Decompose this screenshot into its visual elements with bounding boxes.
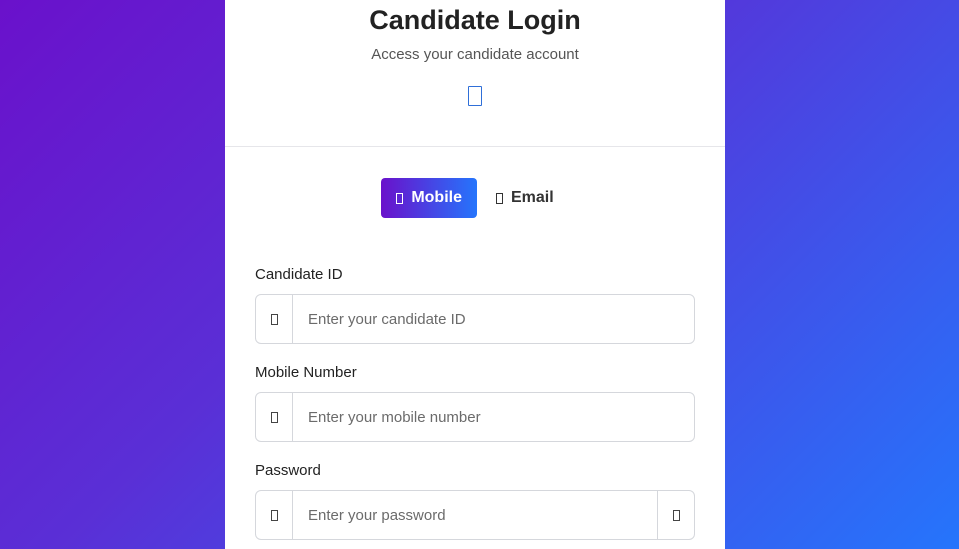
envelope-icon — [495, 192, 503, 204]
password-input[interactable] — [293, 491, 657, 539]
mobile-tab-label: Mobile — [411, 189, 462, 206]
password-group — [255, 490, 695, 540]
candidate-id-label: Candidate ID — [255, 266, 343, 283]
mobile-number-label: Mobile Number — [255, 364, 357, 381]
mobile-number-group — [255, 392, 695, 442]
login-card: Candidate Login Access your candidate ac… — [225, 0, 725, 549]
email-login-tab[interactable]: Email — [481, 178, 569, 218]
eye-icon — [672, 509, 680, 521]
card-header: Candidate Login Access your candidate ac… — [225, 0, 725, 147]
mobile-number-addon — [256, 393, 293, 441]
email-tab-label: Email — [510, 189, 554, 206]
mobile-icon — [396, 192, 404, 204]
login-method-toggle: Mobile Email — [225, 178, 725, 218]
password-addon — [256, 491, 293, 539]
mobile-phone-icon — [468, 86, 482, 106]
toggle-password-visibility-button[interactable] — [657, 491, 694, 539]
candidate-id-input[interactable] — [293, 295, 694, 343]
password-label: Password — [255, 462, 321, 479]
candidate-id-group — [255, 294, 695, 344]
id-card-icon — [270, 313, 278, 325]
mobile-login-tab[interactable]: Mobile — [381, 178, 477, 218]
lock-icon — [270, 509, 278, 521]
page-title: Candidate Login — [369, 5, 581, 35]
mobile-number-input[interactable] — [293, 393, 694, 441]
candidate-id-addon — [256, 295, 293, 343]
phone-icon — [270, 411, 278, 423]
page-subtitle: Access your candidate account — [371, 46, 579, 63]
